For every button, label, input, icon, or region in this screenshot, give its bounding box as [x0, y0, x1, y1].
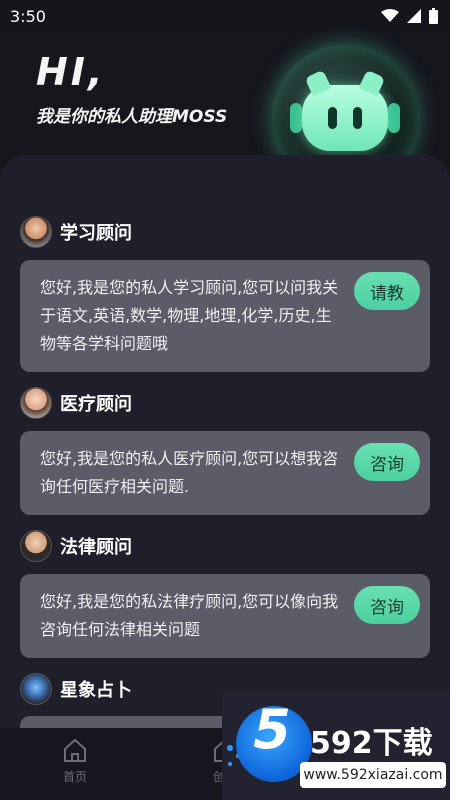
tab-home[interactable]: 首页	[0, 728, 150, 800]
section-title: 法律顾问	[60, 537, 132, 558]
status-icons	[381, 8, 438, 24]
greeting-title: HI,	[36, 50, 106, 94]
wifi-icon	[381, 9, 399, 22]
robot-eye-left	[328, 107, 337, 129]
medical-consult-button[interactable]: 咨询	[354, 443, 420, 481]
home-icon	[64, 738, 86, 762]
study-advisor-card[interactable]: 您好,我是您的私人学习顾问,您可以问我关于语文,英语,数学,物理,地理,化学,历…	[20, 260, 430, 372]
study-advisor-avatar	[20, 216, 52, 248]
robot-headphone-left	[290, 103, 302, 133]
section-title: 医疗顾问	[60, 394, 132, 415]
signal-icon	[407, 9, 421, 23]
section-title: 学习顾问	[60, 223, 132, 244]
battery-icon	[429, 8, 438, 24]
watermark-number: 5	[253, 698, 291, 761]
legal-consult-button[interactable]: 咨询	[354, 586, 420, 624]
greeting-subtitle: 我是你的私人助理MOSS	[36, 107, 228, 127]
robot-head	[302, 69, 388, 151]
astrology-avatar	[20, 673, 52, 705]
study-ask-button[interactable]: 请教	[354, 272, 420, 310]
section-study: 学习顾问	[20, 216, 132, 248]
robot-ear-right	[358, 69, 386, 97]
section-title: 星象占卜	[60, 680, 132, 701]
robot-ear-left	[304, 69, 332, 97]
site-watermark: 5 592下载 www.592xiazai.com	[222, 692, 450, 800]
watermark-title: 592下载	[310, 726, 433, 761]
card-text: 您好,我是您的私法律疗顾问,您可以像向我咨询任何法律相关问题	[40, 592, 339, 639]
watermark-url: www.592xiazai.com	[300, 762, 446, 788]
section-medical: 医疗顾问	[20, 387, 132, 419]
legal-advisor-avatar	[20, 530, 52, 562]
status-bar: 3:50	[0, 0, 450, 32]
card-text: 您好,我是您的私人医疗顾问,您可以想我咨询任何医疗相关问题.	[40, 449, 339, 496]
legal-advisor-card[interactable]: 您好,我是您的私法律疗顾问,您可以像向我咨询任何法律相关问题 咨询	[20, 574, 430, 658]
section-astrology: 星象占卜	[20, 673, 132, 705]
medical-advisor-card[interactable]: 您好,我是您的私人医疗顾问,您可以想我咨询任何医疗相关问题. 咨询	[20, 431, 430, 515]
robot-headphone-right	[388, 103, 400, 133]
status-time: 3:50	[10, 6, 46, 26]
card-text: 您好,我是您的私人学习顾问,您可以问我关于语文,英语,数学,物理,地理,化学,历…	[40, 278, 339, 353]
tab-home-label: 首页	[62, 770, 87, 784]
robot-eye-right	[353, 107, 362, 129]
section-legal: 法律顾问	[20, 530, 132, 562]
medical-advisor-avatar	[20, 387, 52, 419]
